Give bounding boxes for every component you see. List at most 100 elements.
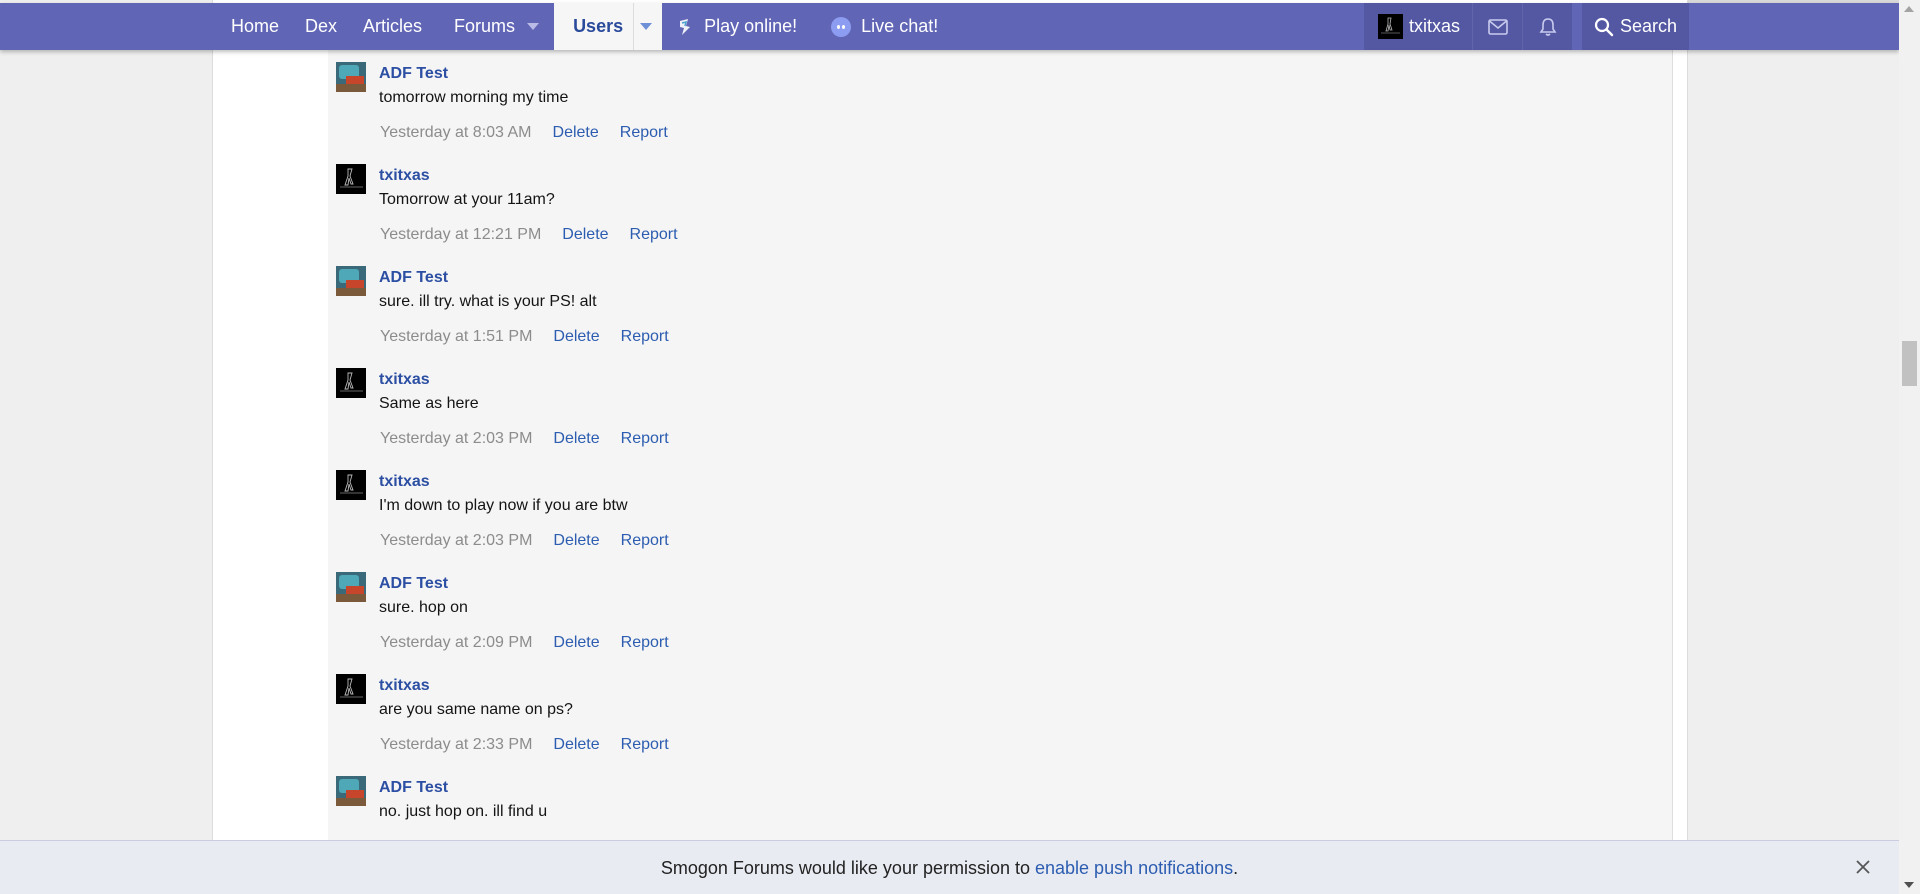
message-author[interactable]: ADF Test: [379, 575, 448, 593]
account-menu[interactable]: txitxas: [1364, 3, 1472, 50]
message-author[interactable]: txitxas: [379, 167, 430, 185]
scrollbar-thumb[interactable]: [1902, 341, 1917, 386]
message-author[interactable]: txitxas: [379, 371, 430, 389]
magnifier-icon: [1594, 17, 1614, 36]
push-notification-banner: Smogon Forums would like your permission…: [0, 840, 1899, 894]
notice-suffix: .: [1233, 858, 1239, 878]
message-text: no. just hop on. ill find u: [379, 803, 548, 820]
avatar[interactable]: [336, 470, 366, 500]
report-link[interactable]: Report: [620, 124, 668, 142]
username: txitxas: [1409, 16, 1461, 36]
message-item: ADF Test sure. ill try. what is your PS! …: [328, 254, 1671, 357]
discord-icon: [831, 16, 852, 37]
message-timestamp[interactable]: Yesterday at 2:03 PM: [380, 430, 532, 448]
page-background-left: [0, 0, 212, 894]
inbox-button[interactable]: [1472, 3, 1522, 50]
message-meta: Yesterday at 1:51 PM Delete Report: [380, 328, 669, 346]
message-author[interactable]: ADF Test: [379, 269, 448, 287]
message-text: Same as here: [379, 395, 479, 412]
chevron-down-icon[interactable]: [527, 23, 540, 30]
nav-home[interactable]: Home: [214, 3, 293, 50]
delete-link[interactable]: Delete: [562, 226, 608, 244]
message-text: Tomorrow at your 11am?: [379, 191, 555, 208]
top-navigation: Home Dex Articles Forums Users Play onli…: [0, 3, 1899, 50]
message-text: I'm down to play now if you are btw: [379, 497, 628, 514]
search-button[interactable]: Search: [1582, 3, 1690, 50]
message-timestamp[interactable]: Yesterday at 2:03 PM: [380, 532, 532, 550]
message-item: ADF Test sure. hop on Yesterday at 2:09 PM…: [328, 560, 1671, 663]
message-timestamp[interactable]: Yesterday at 1:51 PM: [380, 328, 532, 346]
primary-nav: Home Dex Articles Forums Users Play onli…: [214, 3, 952, 50]
user-nav: txitxas Search: [1364, 3, 1690, 50]
message-text: sure. hop on: [379, 599, 468, 616]
notice-text: Smogon Forums would like your permission…: [660, 858, 1035, 878]
message-author[interactable]: ADF Test: [379, 65, 448, 83]
nav-users[interactable]: Users: [554, 3, 663, 50]
search-label: Search: [1620, 16, 1678, 36]
message-item: ADF Test tomorrow morning my time Yesterda…: [328, 50, 1671, 153]
report-link[interactable]: Report: [621, 430, 669, 448]
delete-link[interactable]: Delete: [553, 328, 599, 346]
nav-live-chat[interactable]: Live chat!: [811, 3, 952, 50]
avatar: [1378, 14, 1403, 39]
message-timestamp[interactable]: Yesterday at 8:03 AM: [380, 124, 532, 142]
delete-link[interactable]: Delete: [553, 532, 599, 550]
scroll-up-icon[interactable]: [1904, 6, 1914, 12]
delete-link[interactable]: Delete: [553, 124, 599, 142]
report-link[interactable]: Report: [630, 226, 678, 244]
message-meta: Yesterday at 2:03 PM Delete Report: [380, 532, 669, 550]
message-item: txitxas are you same name on ps? Yesterday…: [328, 662, 1671, 765]
delete-link[interactable]: Delete: [553, 430, 599, 448]
message-author[interactable]: ADF Test: [379, 779, 448, 797]
account-group: txitxas: [1364, 3, 1573, 50]
message-meta: Yesterday at 2:03 PM Delete Report: [380, 430, 669, 448]
avatar[interactable]: [336, 674, 366, 704]
report-link[interactable]: Report: [621, 634, 669, 652]
envelope-icon: [1487, 18, 1508, 35]
scroll-down-icon[interactable]: [1904, 882, 1914, 888]
message-meta: Yesterday at 2:09 PM Delete Report: [380, 634, 669, 652]
nav-articles[interactable]: Articles: [351, 3, 436, 50]
message-item: txitxas Same as here Yesterday at 2:03 PM D…: [328, 356, 1671, 459]
message-meta: Yesterday at 8:03 AM Delete Report: [380, 124, 668, 142]
close-icon: [1856, 860, 1870, 874]
nav-live-chat-label: Live chat!: [861, 16, 939, 36]
avatar[interactable]: [336, 266, 366, 296]
message-text: sure. ill try. what is your PS! alt: [379, 293, 597, 310]
nav-forums-label: Forums: [454, 16, 516, 36]
avatar[interactable]: [336, 776, 366, 806]
avatar[interactable]: [336, 368, 366, 398]
avatar[interactable]: [336, 164, 366, 194]
delete-link[interactable]: Delete: [553, 736, 599, 754]
dismiss-button[interactable]: [1853, 841, 1873, 894]
bell-icon: [1539, 17, 1557, 36]
showdown-icon: [676, 18, 694, 36]
message-timestamp[interactable]: Yesterday at 2:33 PM: [380, 736, 532, 754]
report-link[interactable]: Report: [621, 532, 669, 550]
message-item: txitxas I'm down to play now if you are b…: [328, 458, 1671, 561]
nav-play-online-label: Play online!: [704, 16, 798, 36]
enable-push-link[interactable]: enable push notifications: [1035, 858, 1233, 878]
message-text: tomorrow morning my time: [379, 89, 569, 106]
nav-divider: [633, 3, 635, 50]
vertical-scrollbar[interactable]: [1899, 0, 1920, 894]
message-text: are you same name on ps?: [379, 701, 573, 718]
avatar[interactable]: [336, 62, 366, 92]
message-timestamp[interactable]: Yesterday at 12:21 PM: [380, 226, 541, 244]
alerts-button[interactable]: [1522, 3, 1572, 50]
message-author[interactable]: txitxas: [379, 677, 430, 695]
delete-link[interactable]: Delete: [553, 634, 599, 652]
nav-users-label: Users: [573, 16, 624, 36]
report-link[interactable]: Report: [621, 736, 669, 754]
message-timestamp[interactable]: Yesterday at 2:09 PM: [380, 634, 532, 652]
viewport: ADF Test tomorrow morning my time Yesterda…: [0, 0, 1920, 894]
nav-forums[interactable]: Forums: [436, 3, 550, 50]
message-meta: Yesterday at 2:33 PM Delete Report: [380, 736, 669, 754]
message-author[interactable]: txitxas: [379, 473, 430, 491]
avatar[interactable]: [336, 572, 366, 602]
nav-play-online[interactable]: Play online!: [662, 3, 811, 50]
chevron-down-icon[interactable]: [640, 23, 653, 30]
nav-dex[interactable]: Dex: [293, 3, 351, 50]
report-link[interactable]: Report: [621, 328, 669, 346]
message-meta: Yesterday at 12:21 PM Delete Report: [380, 226, 678, 244]
